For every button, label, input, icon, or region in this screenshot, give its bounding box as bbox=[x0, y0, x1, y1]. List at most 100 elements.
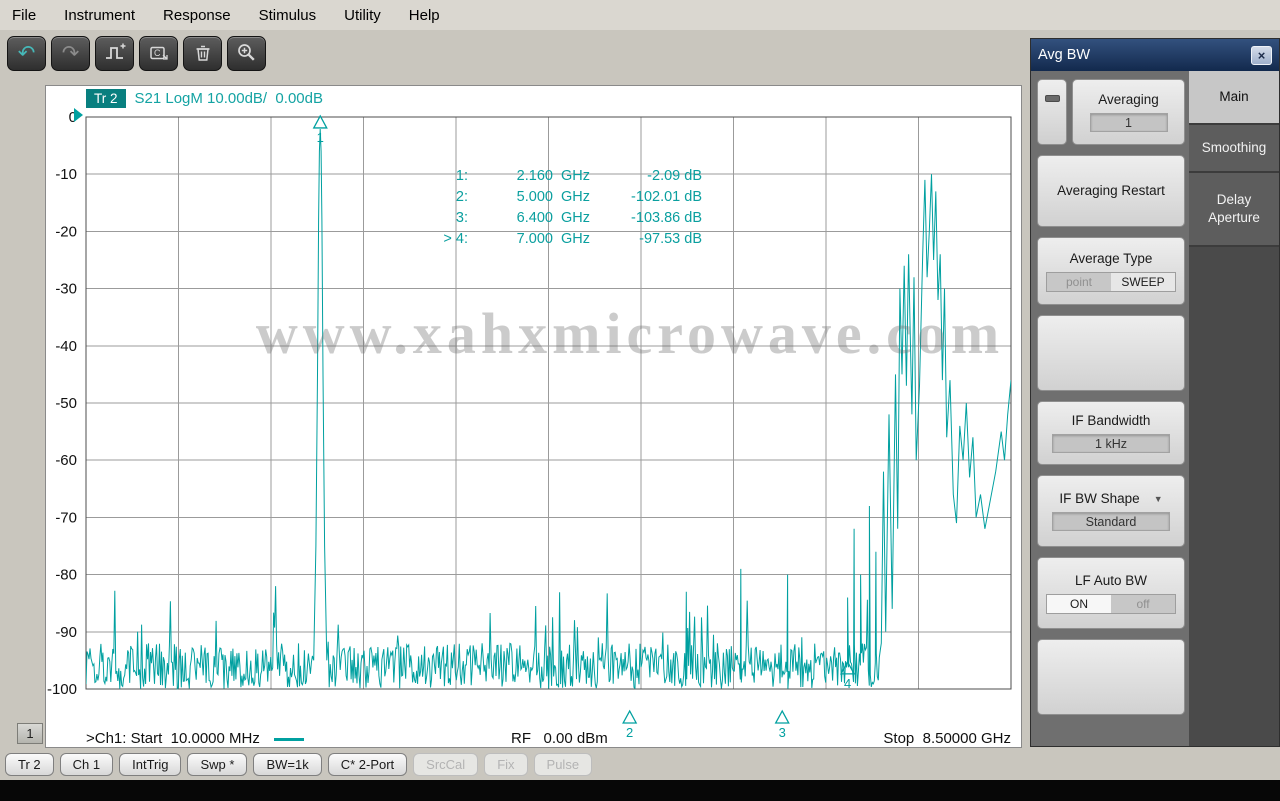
status-button: Fix bbox=[484, 753, 528, 776]
svg-text:-10: -10 bbox=[55, 166, 77, 183]
bottom-strip bbox=[0, 780, 1280, 801]
plot-footer: >Ch1: Start 10.0000 MHz RF 0.00 dBm Stop… bbox=[86, 730, 1011, 749]
marker-id: > 4: bbox=[443, 231, 468, 247]
svg-text:-90: -90 bbox=[55, 624, 77, 641]
marker-value: -103.86 dB bbox=[631, 210, 702, 226]
status-button[interactable]: Tr 2 bbox=[5, 753, 54, 776]
lf-auto-bw-segmented: ON off bbox=[1046, 593, 1176, 614]
panel-tab-strip: Main Smoothing Delay Aperture bbox=[1189, 71, 1279, 746]
averaging-label: Averaging bbox=[1098, 92, 1159, 107]
panel-tab[interactable]: Main bbox=[1189, 71, 1279, 125]
trace-badge[interactable]: Tr 2 bbox=[86, 89, 126, 108]
close-icon[interactable]: × bbox=[1251, 45, 1272, 65]
svg-text:-70: -70 bbox=[55, 509, 77, 526]
stimulus-start-label: >Ch1: Start 10.0000 MHz bbox=[86, 730, 304, 747]
panel-tab[interactable]: Smoothing bbox=[1189, 125, 1279, 173]
cal-edit-button[interactable]: C bbox=[139, 35, 178, 71]
marker-frequency: 2.160 GHz bbox=[516, 168, 590, 184]
marker-value: -102.01 dB bbox=[631, 189, 702, 205]
menu-item[interactable]: Help bbox=[409, 7, 440, 24]
avg-bw-panel: Avg BW × Averaging 1 Averaging Restart A… bbox=[1030, 38, 1280, 747]
marker-id: 3: bbox=[455, 210, 468, 226]
stimulus-stop-label: Stop 8.50000 GHz bbox=[883, 730, 1011, 747]
blank-softkey bbox=[1037, 639, 1185, 715]
panel-body: Averaging 1 Averaging Restart Average Ty… bbox=[1031, 71, 1279, 746]
trace-legend-dash bbox=[273, 737, 304, 741]
zoom-button[interactable] bbox=[227, 35, 266, 71]
marker-id: 2: bbox=[455, 189, 468, 205]
status-button[interactable]: IntTrig bbox=[119, 753, 182, 776]
lf-auto-bw-button[interactable]: LF Auto BW ON off bbox=[1037, 557, 1185, 629]
redo-button[interactable]: ↷ bbox=[51, 35, 90, 71]
plot-area: 0 -10 -20 -30 -40 -50 -60 -70 -80 -90 -100 1 2 3 4 Tr … bbox=[45, 85, 1022, 748]
cal-icon: C bbox=[149, 46, 168, 60]
menu-item[interactable]: Utility bbox=[344, 7, 381, 24]
if-bandwidth-value: 1 kHz bbox=[1052, 434, 1170, 453]
menu-bar: File Instrument Response Stimulus Utility Hel… bbox=[0, 0, 1280, 30]
svg-text:-30: -30 bbox=[55, 281, 77, 298]
averaging-restart-label: Averaging Restart bbox=[1057, 182, 1165, 198]
marker-frequency: 7.000 GHz bbox=[516, 231, 590, 247]
if-bandwidth-label: IF Bandwidth bbox=[1071, 413, 1151, 428]
menu-item[interactable]: Instrument bbox=[64, 7, 135, 24]
average-type-label: Average Type bbox=[1069, 250, 1153, 266]
average-type-button[interactable]: Average Type point SWEEP bbox=[1037, 237, 1185, 305]
averaging-count-value: 1 bbox=[1089, 113, 1168, 132]
if-bandwidth-button[interactable]: IF Bandwidth 1 kHz bbox=[1037, 401, 1185, 465]
undo-button[interactable]: ↶ bbox=[7, 35, 46, 71]
marker-frequency: 6.400 GHz bbox=[516, 210, 590, 226]
svg-text:-80: -80 bbox=[55, 567, 77, 584]
marker-readout-row: 1: 2.160 GHz -2.09 dB bbox=[426, 166, 702, 187]
svg-text:-50: -50 bbox=[55, 395, 77, 412]
add-marker-button[interactable] bbox=[95, 35, 134, 71]
marker-readout: 1: 2.160 GHz -2.09 dB 2: 5.000 GHz -102.… bbox=[426, 166, 702, 250]
svg-text:1: 1 bbox=[317, 130, 324, 145]
menu-item[interactable]: File bbox=[12, 7, 36, 24]
svg-text:-100: -100 bbox=[47, 681, 77, 698]
panel-title-bar: Avg BW × bbox=[1031, 39, 1279, 71]
marker-readout-row: 2: 5.000 GHz -102.01 dB bbox=[426, 187, 702, 208]
trace-format-label: S21 LogM 10.00dB/ 0.00dB bbox=[134, 90, 323, 107]
svg-text:C: C bbox=[154, 48, 161, 58]
panel-title: Avg BW bbox=[1038, 47, 1091, 63]
rf-power-label: RF 0.00 dBm bbox=[511, 730, 608, 747]
if-bw-shape-button[interactable]: IF BW Shape ▼ Standard bbox=[1037, 475, 1185, 547]
marker-readout-row: 3: 6.400 GHz -103.86 dB bbox=[426, 208, 702, 229]
marker-readout-row: > 4: 7.000 GHz -97.53 dB bbox=[426, 229, 702, 250]
blank-softkey bbox=[1037, 315, 1185, 391]
lf-auto-bw-label: LF Auto BW bbox=[1074, 572, 1148, 588]
status-button: Pulse bbox=[533, 753, 593, 776]
svg-text:-20: -20 bbox=[55, 223, 77, 240]
svg-text:-40: -40 bbox=[55, 338, 77, 355]
trash-icon bbox=[196, 45, 209, 61]
averaging-toggle-button[interactable] bbox=[1037, 79, 1067, 145]
menu-item[interactable]: Response bbox=[163, 7, 231, 24]
status-button[interactable]: BW=1k bbox=[253, 753, 322, 776]
redo-icon: ↷ bbox=[61, 41, 80, 65]
average-type-segmented: point SWEEP bbox=[1046, 271, 1176, 292]
softkey-column: Averaging 1 Averaging Restart Average Ty… bbox=[1031, 71, 1189, 746]
if-bw-shape-label: IF BW Shape bbox=[1059, 491, 1140, 506]
zoom-in-icon bbox=[237, 44, 255, 61]
trace-header: Tr 2 S21 LogM 10.00dB/ 0.00dB bbox=[86, 89, 323, 108]
status-button[interactable]: Ch 1 bbox=[59, 753, 114, 776]
menu-item[interactable]: Stimulus bbox=[259, 7, 317, 24]
average-type-sweep-option[interactable]: SWEEP bbox=[1111, 272, 1175, 291]
pulse-plus-icon bbox=[105, 43, 125, 59]
status-button[interactable]: Swp * bbox=[187, 753, 248, 776]
averaging-button[interactable]: Averaging 1 bbox=[1072, 79, 1185, 145]
averaging-restart-button[interactable]: Averaging Restart bbox=[1037, 155, 1185, 227]
panel-tab[interactable]: Delay Aperture bbox=[1189, 173, 1279, 247]
channel-badge[interactable]: 1 bbox=[17, 723, 43, 744]
marker-value: -97.53 dB bbox=[639, 231, 702, 247]
lf-auto-off-option[interactable]: off bbox=[1111, 594, 1175, 613]
lf-auto-on-option[interactable]: ON bbox=[1047, 594, 1111, 613]
status-button[interactable]: C* 2-Port bbox=[327, 753, 408, 776]
toolbar: ↶ ↷ C bbox=[0, 30, 1030, 76]
delete-button[interactable] bbox=[183, 35, 222, 71]
marker-value: -2.09 dB bbox=[647, 168, 702, 184]
marker-frequency: 5.000 GHz bbox=[516, 189, 590, 205]
svg-text:4: 4 bbox=[844, 676, 851, 691]
status-button: SrcCal bbox=[413, 753, 479, 776]
average-type-point-option[interactable]: point bbox=[1047, 272, 1111, 291]
